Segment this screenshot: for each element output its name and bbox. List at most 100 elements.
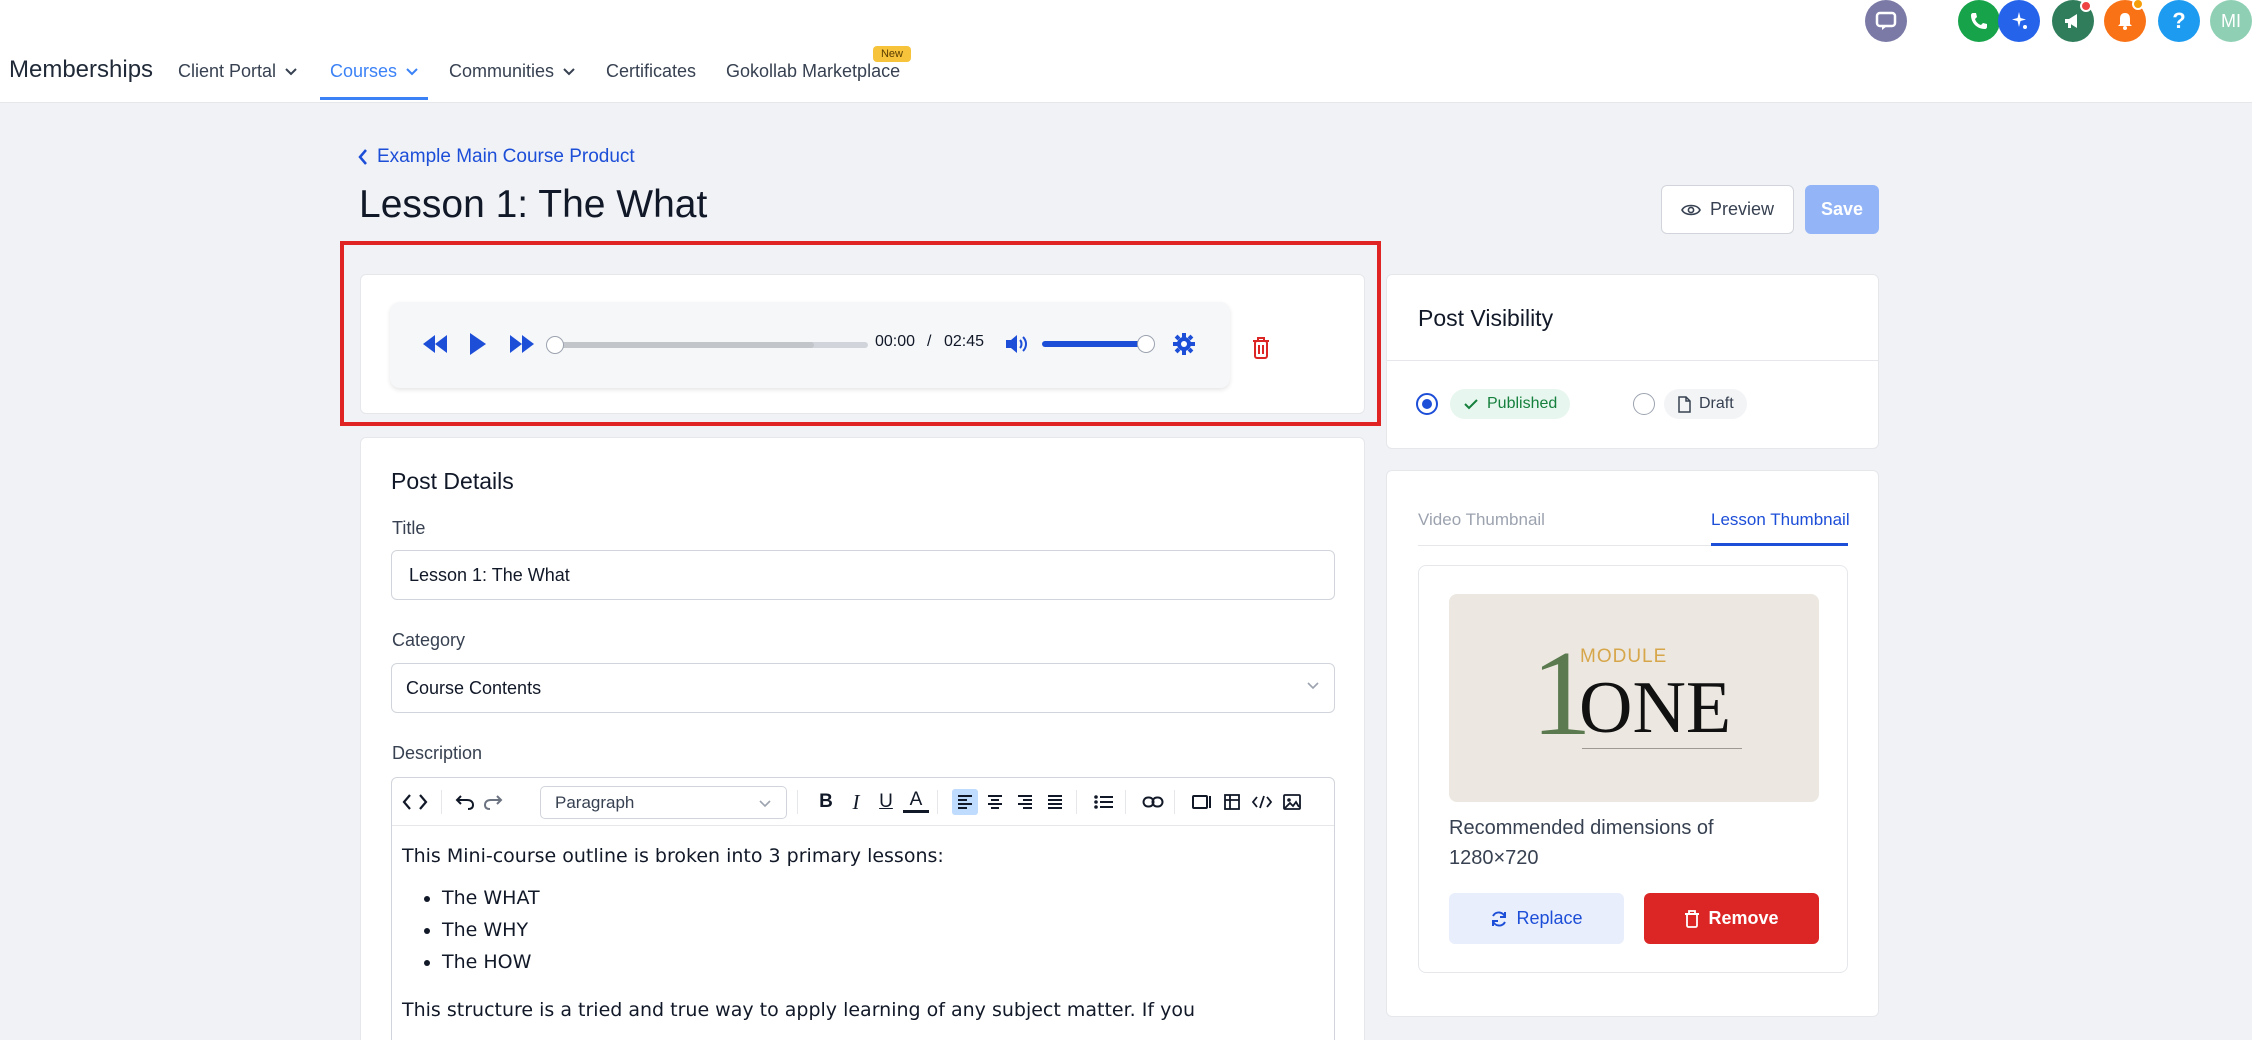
lesson-thumbnail-image: 1 MODULE ONE <box>1449 594 1819 802</box>
align-justify-icon[interactable] <box>1042 789 1068 815</box>
thumbnail-rule <box>1582 748 1742 749</box>
category-label: Category <box>392 630 466 650</box>
chevron-down-icon <box>1307 682 1319 690</box>
new-badge: New <box>873 46 911 62</box>
image-icon[interactable] <box>1279 789 1305 815</box>
post-visibility-heading: Post Visibility <box>1418 305 1554 331</box>
paragraph: This Mini-course outline is broken into … <box>402 845 944 867</box>
toolbar-divider <box>797 790 798 814</box>
draft-badge: Draft <box>1664 389 1747 419</box>
thumbnail-big-text: ONE <box>1579 667 1732 749</box>
page-title: Lesson 1: The What <box>359 183 708 226</box>
description-label: Description <box>392 743 483 763</box>
preview-button[interactable]: Preview <box>1661 185 1794 234</box>
embed-icon[interactable] <box>1189 789 1215 815</box>
chevron-down-icon <box>759 800 771 808</box>
list-item: The WHAT <box>442 882 1195 914</box>
editor-content[interactable]: This Mini-course outline is broken into … <box>402 840 1195 1026</box>
annotation-highlight-box <box>340 241 1381 426</box>
block-format-select[interactable]: Paragraph <box>540 786 787 819</box>
published-label: Published <box>1487 395 1558 412</box>
recommended-dimensions: Recommended dimensions of 1280×720 <box>1449 813 1714 873</box>
align-left-icon[interactable] <box>952 789 978 815</box>
underline-icon[interactable]: U <box>873 789 899 815</box>
source-code-icon[interactable] <box>1249 789 1275 815</box>
replace-button[interactable]: Replace <box>1449 893 1624 944</box>
chat-icon[interactable] <box>1865 0 1907 42</box>
table-icon[interactable] <box>1219 789 1245 815</box>
nav-label: Client Portal <box>178 61 277 81</box>
chevron-down-icon <box>406 67 418 75</box>
category-select[interactable]: Course Contents <box>391 663 1335 713</box>
undo-icon[interactable] <box>452 789 478 815</box>
divider <box>1387 360 1878 361</box>
magic-icon[interactable] <box>1998 0 2040 42</box>
check-icon <box>1464 399 1478 410</box>
toolbar-divider <box>937 790 938 814</box>
avatar-initials: MI <box>2221 10 2241 31</box>
title-value: Lesson 1: The What <box>409 564 570 585</box>
draft-radio[interactable] <box>1633 393 1655 415</box>
align-center-icon[interactable] <box>982 789 1008 815</box>
block-format-value: Paragraph <box>555 792 635 812</box>
document-icon <box>1678 395 1691 413</box>
nav-label: Communities <box>449 61 555 81</box>
link-icon[interactable] <box>1140 789 1166 815</box>
notification-dot <box>2080 0 2092 12</box>
title-label: Title <box>392 518 426 538</box>
recommended-size: 1280×720 <box>1449 847 1539 869</box>
toolbar-divider <box>1174 790 1175 814</box>
nav-label: Courses <box>330 61 398 81</box>
recommended-line: Recommended dimensions of <box>1449 817 1714 839</box>
remove-button[interactable]: Remove <box>1644 893 1819 944</box>
post-details-heading: Post Details <box>391 468 514 494</box>
italic-icon[interactable]: I <box>843 789 869 815</box>
code-view-icon[interactable] <box>402 789 428 815</box>
refresh-icon <box>1492 910 1507 927</box>
eye-icon <box>1681 204 1701 215</box>
tab-video-thumbnail[interactable]: Video Thumbnail <box>1418 510 1545 530</box>
replace-label: Replace <box>1516 908 1583 928</box>
trash-icon <box>1685 909 1700 928</box>
category-value: Course Contents <box>406 677 542 698</box>
breadcrumb-label: Example Main Course Product <box>377 146 635 167</box>
paragraph: This structure is a tried and true way t… <box>402 999 1195 1021</box>
chevron-down-icon <box>285 67 297 75</box>
top-navigation-bar: Memberships Client Portal Courses Commun… <box>0 0 2252 103</box>
redo-icon[interactable] <box>480 789 506 815</box>
bullet-list-icon[interactable] <box>1091 789 1117 815</box>
app-title: Memberships <box>9 56 154 83</box>
help-icon[interactable]: ? <box>2158 0 2200 42</box>
editor-toolbar: Paragraph B I U A <box>392 778 1334 826</box>
nav-communities[interactable]: Communities <box>449 61 576 82</box>
nav-certificates[interactable]: Certificates <box>606 61 696 82</box>
toolbar-divider <box>1125 790 1126 814</box>
phone-icon[interactable] <box>1958 0 2000 42</box>
nav-marketplace[interactable]: Gokollab Marketplace <box>726 61 900 82</box>
title-input[interactable]: Lesson 1: The What <box>391 550 1335 600</box>
tab-lesson-thumbnail[interactable]: Lesson Thumbnail <box>1711 510 1850 530</box>
list-item: The HOW <box>442 946 1195 978</box>
save-button[interactable]: Save <box>1805 185 1879 234</box>
toolbar-divider <box>1076 790 1077 814</box>
nav-courses[interactable]: Courses <box>330 61 419 82</box>
bold-icon[interactable]: B <box>813 789 839 815</box>
text-color-icon[interactable]: A <box>903 789 929 813</box>
chevron-left-icon <box>358 149 367 165</box>
nav-label: Gokollab Marketplace <box>726 61 901 81</box>
remove-label: Remove <box>1708 908 1779 928</box>
list-item: The WHY <box>442 914 1195 946</box>
active-tab-indicator <box>1711 543 1848 546</box>
thumbnail-small-text: MODULE <box>1580 646 1668 667</box>
user-avatar[interactable]: MI <box>2210 0 2252 42</box>
breadcrumb-back-link[interactable]: Example Main Course Product <box>357 146 635 168</box>
nav-client-portal[interactable]: Client Portal <box>178 61 298 82</box>
nav-label: Certificates <box>606 61 697 81</box>
preview-label: Preview <box>1709 199 1775 219</box>
align-right-icon[interactable] <box>1012 789 1038 815</box>
bullet-list: The WHAT The WHY The HOW <box>442 882 1195 978</box>
published-radio[interactable] <box>1416 393 1438 415</box>
rich-text-editor[interactable]: Paragraph B I U A This Mini-course outli… <box>391 777 1335 1040</box>
published-badge: Published <box>1450 389 1571 419</box>
active-tab-indicator <box>320 97 428 100</box>
